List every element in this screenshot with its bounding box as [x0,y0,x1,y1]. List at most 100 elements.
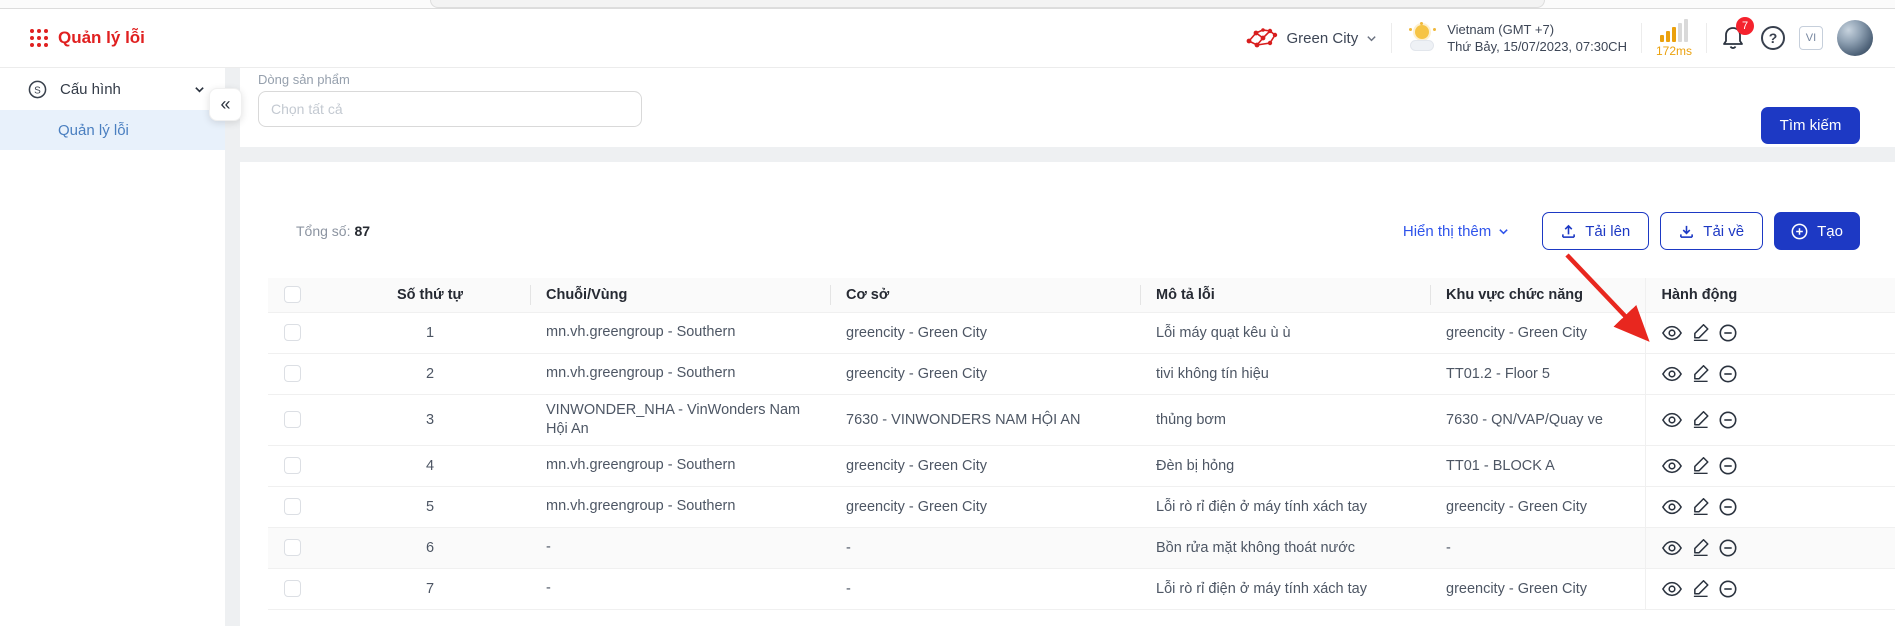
product-line-placeholder: Chọn tất cả [271,101,343,117]
deactivate-button[interactable] [1719,539,1737,557]
cell-area: 7630 - QN/VAP/Quay ve [1430,394,1645,445]
view-button[interactable] [1662,581,1682,597]
deactivate-button[interactable] [1719,365,1737,383]
product-line-label: Dòng sản phẩm [258,72,1895,87]
app-title: Quản lý lỗi [58,28,145,48]
show-more-dropdown[interactable]: Hiển thị thêm [1403,223,1509,240]
minus-circle-icon [1719,580,1737,598]
org-name: Green City [1287,30,1359,47]
help-glyph: ? [1769,30,1778,46]
deactivate-button[interactable] [1719,498,1737,516]
row-checkbox[interactable] [284,539,301,556]
view-button[interactable] [1662,499,1682,515]
table-row: 7 - - Lỗi rò rỉ điện ở máy tính xách tay… [268,568,1895,609]
row-checkbox[interactable] [284,580,301,597]
cell-error: Lỗi rò rỉ điện ở máy tính xách tay [1140,486,1430,527]
divider [1391,23,1392,53]
sidebar-group-config[interactable]: S Cấu hình [0,68,225,110]
edit-button[interactable] [1692,411,1709,428]
org-selector[interactable]: Green City [1245,25,1378,51]
row-checkbox[interactable] [284,324,301,341]
signal-bars-icon: 172ms [1656,18,1692,58]
create-button[interactable]: Tạo [1774,212,1860,250]
view-button[interactable] [1662,412,1682,428]
app-grid-icon [30,29,48,47]
cell-area: - [1430,527,1645,568]
view-button[interactable] [1662,366,1682,382]
cell-stt: 6 [330,527,530,568]
column-stt: Số thứ tự [330,278,530,312]
deactivate-button[interactable] [1719,457,1737,475]
chevron-down-icon [1366,33,1377,44]
edit-button[interactable] [1692,539,1709,556]
network-icon [1245,25,1279,51]
product-line-select[interactable]: Chọn tất cả [258,91,642,127]
column-area: Khu vực chức năng [1430,278,1645,312]
notifications-button[interactable]: 7 [1721,25,1747,51]
cell-facility: greencity - Green City [830,445,1140,486]
cell-stt: 1 [330,312,530,353]
cell-chain: mn.vh.greengroup - Southern [530,486,830,527]
region-label: Vietnam (GMT +7) [1447,21,1627,38]
eye-icon [1662,458,1682,474]
sidebar-item-error-management[interactable]: Quản lý lỗi [0,110,225,150]
sidebar-collapse-button[interactable]: « [209,88,242,121]
download-label: Tải về [1703,223,1744,240]
cell-area: greencity - Green City [1430,568,1645,609]
cell-chain: mn.vh.greengroup - Southern [530,445,830,486]
pencil-icon [1692,498,1709,515]
edit-button[interactable] [1692,498,1709,515]
deactivate-button[interactable] [1719,580,1737,598]
upload-button[interactable]: Tải lên [1542,212,1649,250]
deactivate-button[interactable] [1719,411,1737,429]
latency-value: 172ms [1656,44,1692,58]
help-button[interactable]: ? [1761,26,1785,50]
app-header: Quản lý lỗi Green City [0,9,1895,68]
row-checkbox[interactable] [284,365,301,382]
create-label: Tạo [1817,223,1843,240]
total-label: Tổng số: [296,223,350,239]
eye-icon [1662,581,1682,597]
app-brand[interactable]: Quản lý lỗi [30,28,145,48]
edit-button[interactable] [1692,580,1709,597]
edit-button[interactable] [1692,324,1709,341]
total-value: 87 [354,223,370,239]
edit-button[interactable] [1692,365,1709,382]
divider [1706,23,1707,53]
pencil-icon [1692,411,1709,428]
viewport-cut-strip [0,0,1895,9]
view-button[interactable] [1662,325,1682,341]
cell-stt: 2 [330,353,530,394]
eye-icon [1662,540,1682,556]
eye-icon [1662,325,1682,341]
cell-area: TT01 - BLOCK A [1430,445,1645,486]
language-selector[interactable]: VI [1799,26,1823,50]
user-avatar[interactable] [1837,20,1873,56]
row-checkbox[interactable] [284,411,301,428]
notification-badge: 7 [1736,17,1754,35]
view-button[interactable] [1662,458,1682,474]
download-icon [1679,224,1694,239]
edit-button[interactable] [1692,457,1709,474]
pencil-icon [1692,580,1709,597]
cell-facility: greencity - Green City [830,486,1140,527]
table-body: 1 mn.vh.greengroup - Southern greencity … [268,312,1895,609]
deactivate-button[interactable] [1719,324,1737,342]
eye-icon [1662,499,1682,515]
row-checkbox[interactable] [284,457,301,474]
download-button[interactable]: Tải về [1660,212,1763,250]
column-facility: Cơ sở [830,278,1140,312]
language-label: VI [1806,32,1816,44]
cell-facility: - [830,527,1140,568]
search-button[interactable]: Tìm kiếm [1761,107,1860,144]
cell-stt: 5 [330,486,530,527]
row-checkbox[interactable] [284,498,301,515]
sidebar-item-label: Quản lý lỗi [58,122,129,139]
cell-facility: greencity - Green City [830,353,1140,394]
view-button[interactable] [1662,540,1682,556]
select-all-checkbox[interactable] [284,286,301,303]
error-table: Số thứ tự Chuỗi/Vùng Cơ sở Mô tả lỗi Khu… [268,278,1895,610]
svg-text:S: S [34,85,41,96]
cell-facility: - [830,568,1140,609]
pencil-icon [1692,324,1709,341]
